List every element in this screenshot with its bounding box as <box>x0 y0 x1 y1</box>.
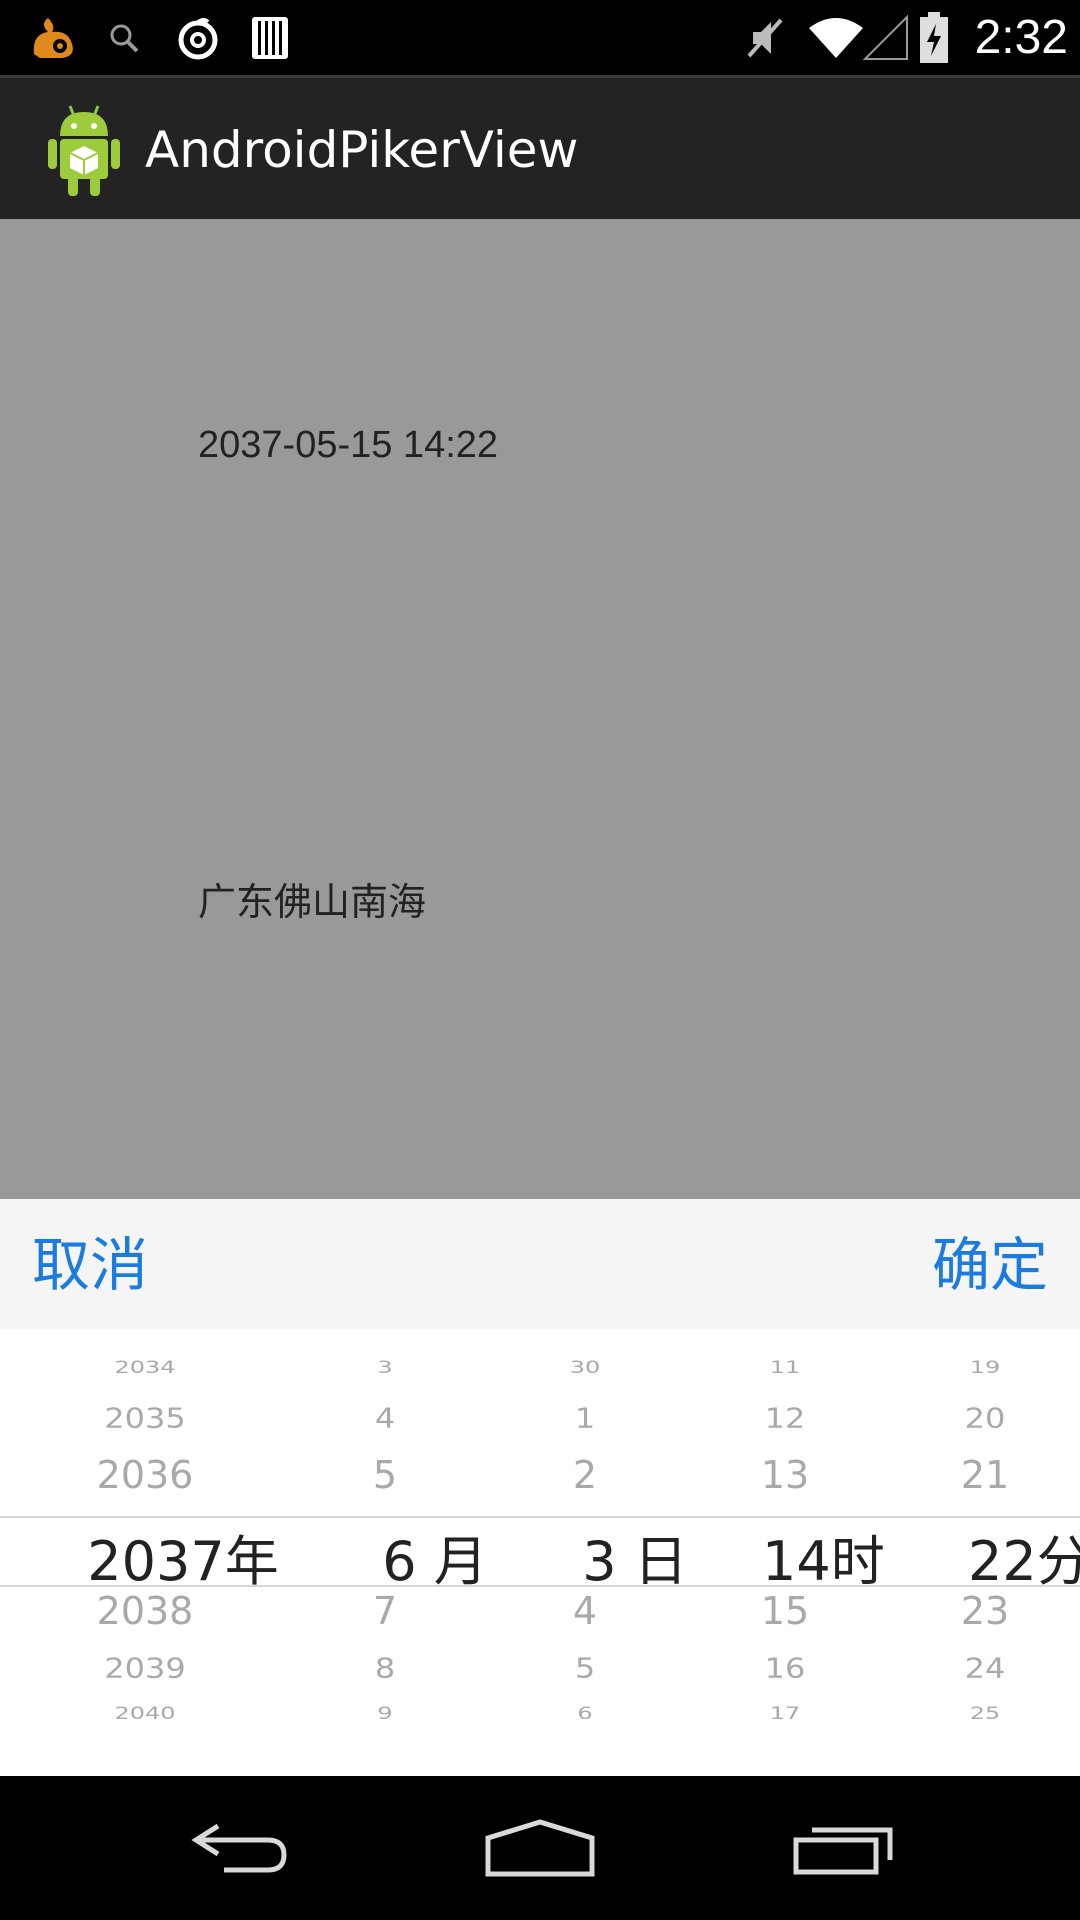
year-item[interactable]: 2036 <box>0 1453 290 1497</box>
day-item[interactable]: 4 <box>530 1589 640 1633</box>
minute-item[interactable]: 20 <box>930 1402 1040 1435</box>
month-item[interactable]: 8 <box>330 1652 440 1685</box>
confirm-button[interactable]: 确定 <box>932 1199 1048 1329</box>
day-wheel[interactable]: 30 1 2 3 日 4 5 6 <box>530 1329 688 1776</box>
year-wheel[interactable]: 2034 2035 2036 2037年 2038 2039 2040 <box>0 1329 290 1776</box>
wifi-icon <box>806 0 866 75</box>
month-item[interactable]: 7 <box>330 1589 440 1633</box>
minute-item[interactable]: 21 <box>930 1453 1040 1497</box>
day-item[interactable]: 1 <box>530 1402 640 1435</box>
day-item[interactable]: 5 <box>530 1652 640 1685</box>
cancel-button[interactable]: 取消 <box>32 1199 148 1329</box>
hour-wheel[interactable]: 11 12 13 14时 15 16 17 <box>730 1329 885 1776</box>
hour-selected[interactable]: 14时 <box>762 1517 885 1596</box>
day-item[interactable]: 6 <box>530 1703 640 1723</box>
back-icon[interactable] <box>180 1776 300 1920</box>
action-bar: AndroidPikerView <box>0 75 1080 219</box>
app-title: AndroidPikerView <box>145 121 579 179</box>
minute-item[interactable]: 24 <box>930 1652 1040 1685</box>
uc-browser-icon <box>26 0 82 75</box>
hour-item[interactable]: 13 <box>730 1453 840 1497</box>
hour-item[interactable]: 11 <box>730 1357 840 1377</box>
month-item[interactable]: 3 <box>330 1357 440 1377</box>
month-item[interactable]: 4 <box>330 1402 440 1435</box>
home-icon[interactable] <box>480 1776 600 1920</box>
netease-music-icon <box>172 0 224 75</box>
minute-item[interactable]: 19 <box>930 1357 1040 1377</box>
mute-icon <box>742 0 788 75</box>
day-item[interactable]: 2 <box>530 1453 640 1497</box>
year-item[interactable]: 2034 <box>0 1357 290 1377</box>
status-clock: 2:32 <box>974 11 1068 64</box>
selected-location-text[interactable]: 广东佛山南海 <box>198 871 426 926</box>
year-item[interactable]: 2039 <box>0 1652 290 1685</box>
month-wheel[interactable]: 3 4 5 6 月 7 8 9 <box>330 1329 488 1776</box>
hour-item[interactable]: 17 <box>730 1703 840 1723</box>
month-item[interactable]: 9 <box>330 1703 440 1723</box>
search-icon <box>106 0 142 75</box>
picker-toolbar: 取消 确定 <box>0 1199 1080 1329</box>
time-picker-dialog: 取消 确定 2034 2035 2036 2037年 2038 2039 204… <box>0 1199 1080 1776</box>
wheel-area: 2034 2035 2036 2037年 2038 2039 2040 3 4 … <box>0 1329 1080 1776</box>
minute-selected[interactable]: 22分 <box>968 1517 1080 1596</box>
recent-apps-icon[interactable] <box>784 1776 904 1920</box>
signal-icon <box>862 0 910 75</box>
hour-item[interactable]: 15 <box>730 1589 840 1633</box>
year-item[interactable]: 2035 <box>0 1402 290 1435</box>
month-selected[interactable]: 6 月 <box>380 1517 490 1596</box>
hour-item[interactable]: 16 <box>730 1652 840 1685</box>
selected-time-text[interactable]: 2037-05-15 14:22 <box>198 424 498 467</box>
day-item[interactable]: 30 <box>530 1357 640 1377</box>
status-bar: 2:32 <box>0 0 1080 75</box>
barcode-icon <box>248 0 292 75</box>
year-selected[interactable]: 2037年 <box>38 1517 328 1596</box>
month-item[interactable]: 5 <box>330 1453 440 1497</box>
navigation-bar <box>0 1776 1080 1920</box>
hour-item[interactable]: 12 <box>730 1402 840 1435</box>
android-icon <box>44 102 124 198</box>
year-item[interactable]: 2038 <box>0 1589 290 1633</box>
minute-item[interactable]: 23 <box>930 1589 1040 1633</box>
minute-item[interactable]: 25 <box>930 1703 1040 1723</box>
battery-charging-icon <box>918 0 950 75</box>
day-selected[interactable]: 3 日 <box>580 1517 690 1596</box>
content-overlay[interactable]: 2037-05-15 14:22 广东佛山南海 <box>0 219 1080 1199</box>
minute-wheel[interactable]: 19 20 21 22分 23 24 25 <box>930 1329 1080 1776</box>
year-item[interactable]: 2040 <box>0 1703 290 1723</box>
